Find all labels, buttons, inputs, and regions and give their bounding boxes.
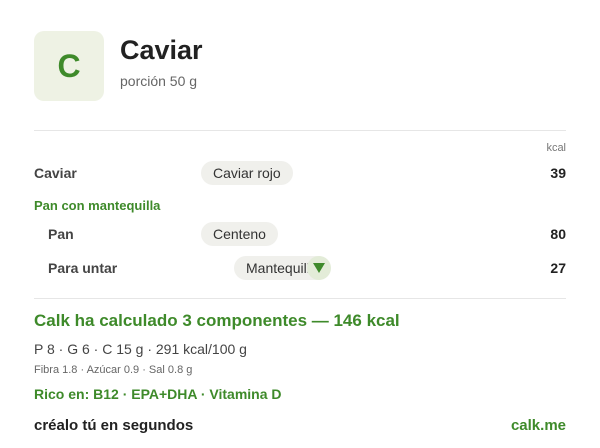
group-label: Pan con mantequilla bbox=[34, 198, 161, 213]
component-row-para-untar: Para untar Mantequilla 27 bbox=[34, 256, 566, 280]
chevron-down-icon[interactable] bbox=[307, 256, 331, 280]
brand-link[interactable]: calk.me bbox=[511, 417, 566, 434]
component-label: Pan bbox=[48, 226, 74, 242]
component-row-pan: Pan Centeno 80 bbox=[34, 222, 566, 246]
avatar: C bbox=[34, 31, 104, 101]
component-choice-pill[interactable]: Caviar rojo bbox=[201, 161, 293, 185]
component-choice-pill[interactable]: Centeno bbox=[201, 222, 278, 246]
component-kcal: 27 bbox=[550, 260, 566, 276]
component-label: Para untar bbox=[48, 260, 118, 276]
component-kcal: 39 bbox=[550, 165, 566, 181]
page-title: Caviar bbox=[120, 35, 203, 65]
divider-bottom bbox=[34, 298, 566, 299]
rich-in-line: Rico en: B12 · EPA+DHA · Vitamina D bbox=[34, 386, 282, 402]
avatar-letter: C bbox=[57, 47, 81, 84]
component-kcal: 80 bbox=[550, 226, 566, 242]
macros-line: P 8 · G 6 · C 15 g · 291 kcal/100 g bbox=[34, 341, 247, 357]
kcal-column-header: kcal bbox=[546, 142, 566, 154]
divider-top bbox=[34, 130, 566, 131]
component-label: Caviar bbox=[34, 165, 77, 181]
component-row-caviar: Caviar Caviar rojo 39 bbox=[34, 161, 566, 185]
calculation-summary: Calk ha calculado 3 componentes — 146 kc… bbox=[34, 311, 400, 330]
header: C Caviar porción 50 g bbox=[34, 31, 566, 103]
portion-subtitle: porción 50 g bbox=[120, 73, 198, 89]
cta-text: créalo tú en segundos bbox=[34, 417, 194, 434]
micros-line: Fibra 1.8 · Azúcar 0.9 · Sal 0.8 g bbox=[34, 364, 193, 376]
